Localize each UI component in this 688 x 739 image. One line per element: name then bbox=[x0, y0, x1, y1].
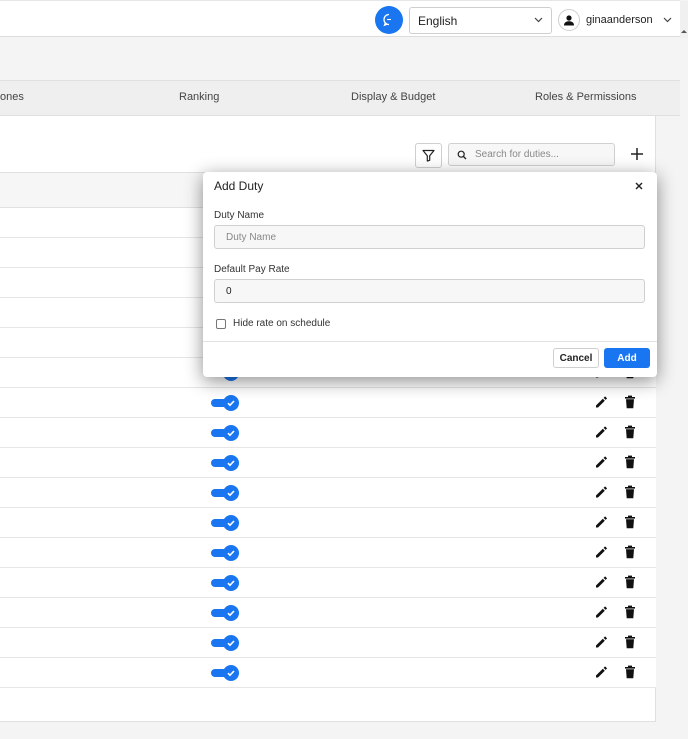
table-row bbox=[0, 598, 656, 628]
check-icon bbox=[227, 640, 235, 647]
search-placeholder: Search for duties... bbox=[475, 149, 559, 160]
username: ginaanderson bbox=[586, 14, 653, 26]
search-input[interactable]: Search for duties... bbox=[448, 143, 615, 166]
table-row bbox=[0, 658, 656, 688]
active-toggle[interactable] bbox=[211, 485, 239, 501]
check-icon bbox=[227, 430, 235, 437]
active-toggle[interactable] bbox=[211, 605, 239, 621]
add-duty-dialog: Add Duty Duty Name Default Pay Rate Hide… bbox=[203, 172, 657, 377]
trash-icon[interactable] bbox=[624, 425, 636, 439]
pencil-icon[interactable] bbox=[594, 665, 608, 679]
trash-icon[interactable] bbox=[624, 515, 636, 529]
check-icon bbox=[227, 580, 235, 587]
language-select[interactable]: English bbox=[409, 7, 552, 34]
active-toggle[interactable] bbox=[211, 575, 239, 591]
toggle-knob bbox=[223, 425, 239, 441]
user-menu[interactable]: ginaanderson bbox=[558, 8, 672, 32]
hide-rate-option[interactable]: Hide rate on schedule bbox=[216, 318, 330, 329]
check-icon bbox=[227, 520, 235, 527]
trash-icon[interactable] bbox=[624, 395, 636, 409]
close-icon[interactable] bbox=[633, 180, 645, 192]
pay-rate-input[interactable] bbox=[214, 279, 645, 303]
tab-zones[interactable]: ones bbox=[0, 91, 24, 103]
toggle-knob bbox=[223, 515, 239, 531]
table-row bbox=[0, 508, 656, 538]
check-icon bbox=[227, 670, 235, 677]
toggle-knob bbox=[223, 635, 239, 651]
person-icon bbox=[564, 15, 574, 26]
check-icon bbox=[227, 400, 235, 407]
top-bar: English ginaanderson bbox=[0, 0, 688, 38]
toggle-knob bbox=[223, 545, 239, 561]
hide-rate-checkbox[interactable] bbox=[216, 318, 226, 329]
search-icon bbox=[457, 150, 467, 160]
settings-tabs: ones Ranking Display & Budget Roles & Pe… bbox=[0, 80, 680, 116]
table-row bbox=[0, 478, 656, 508]
active-toggle[interactable] bbox=[211, 455, 239, 471]
table-row bbox=[0, 538, 656, 568]
chevron-down-icon bbox=[534, 17, 543, 23]
trash-icon[interactable] bbox=[624, 485, 636, 499]
active-toggle[interactable] bbox=[211, 515, 239, 531]
table-row bbox=[0, 418, 656, 448]
table-row bbox=[0, 568, 656, 598]
filter-button[interactable] bbox=[415, 143, 442, 168]
chat-button[interactable] bbox=[375, 6, 403, 34]
table-row bbox=[0, 628, 656, 658]
language-value: English bbox=[418, 14, 458, 28]
add-button[interactable]: Add bbox=[604, 348, 650, 368]
chevron-down-icon bbox=[663, 17, 672, 23]
pencil-icon[interactable] bbox=[594, 455, 608, 469]
tab-roles-permissions[interactable]: Roles & Permissions bbox=[535, 91, 636, 103]
pencil-icon[interactable] bbox=[594, 395, 608, 409]
toggle-knob bbox=[223, 665, 239, 681]
pencil-icon[interactable] bbox=[594, 485, 608, 499]
pencil-icon[interactable] bbox=[594, 545, 608, 559]
active-toggle[interactable] bbox=[211, 665, 239, 681]
trash-icon[interactable] bbox=[624, 665, 636, 679]
check-icon bbox=[227, 550, 235, 557]
hide-rate-label: Hide rate on schedule bbox=[233, 318, 331, 329]
pencil-icon[interactable] bbox=[594, 515, 608, 529]
trash-icon[interactable] bbox=[624, 545, 636, 559]
toggle-knob bbox=[223, 395, 239, 411]
pay-rate-label: Default Pay Rate bbox=[214, 264, 290, 275]
check-icon bbox=[227, 610, 235, 617]
toggle-knob bbox=[223, 605, 239, 621]
check-icon bbox=[227, 490, 235, 497]
tab-display-budget[interactable]: Display & Budget bbox=[351, 91, 435, 103]
toggle-knob bbox=[223, 575, 239, 591]
chat-bubble-icon bbox=[383, 13, 391, 27]
cancel-button[interactable]: Cancel bbox=[553, 348, 599, 368]
trash-icon[interactable] bbox=[624, 575, 636, 589]
trash-icon[interactable] bbox=[624, 605, 636, 619]
active-toggle[interactable] bbox=[211, 425, 239, 441]
duty-name-label: Duty Name bbox=[214, 210, 265, 221]
active-toggle[interactable] bbox=[211, 635, 239, 651]
check-icon bbox=[227, 460, 235, 467]
pencil-icon[interactable] bbox=[594, 635, 608, 649]
trash-icon[interactable] bbox=[624, 635, 636, 649]
active-toggle[interactable] bbox=[211, 545, 239, 561]
toggle-knob bbox=[223, 455, 239, 471]
scrollbar[interactable] bbox=[680, 1, 688, 38]
pencil-icon[interactable] bbox=[594, 605, 608, 619]
pencil-icon[interactable] bbox=[594, 425, 608, 439]
table-row bbox=[0, 448, 656, 478]
duty-name-input[interactable] bbox=[214, 225, 645, 249]
filter-icon bbox=[422, 149, 435, 162]
add-duty-plus-icon[interactable] bbox=[629, 146, 645, 162]
active-toggle[interactable] bbox=[211, 395, 239, 411]
trash-icon[interactable] bbox=[624, 455, 636, 469]
tab-ranking[interactable]: Ranking bbox=[179, 91, 219, 103]
dialog-divider bbox=[203, 341, 657, 342]
dialog-title: Add Duty bbox=[214, 179, 264, 193]
pencil-icon[interactable] bbox=[594, 575, 608, 589]
avatar bbox=[558, 9, 580, 31]
table-row bbox=[0, 388, 656, 418]
scroll-up-arrow-icon bbox=[681, 30, 687, 33]
toggle-knob bbox=[223, 485, 239, 501]
